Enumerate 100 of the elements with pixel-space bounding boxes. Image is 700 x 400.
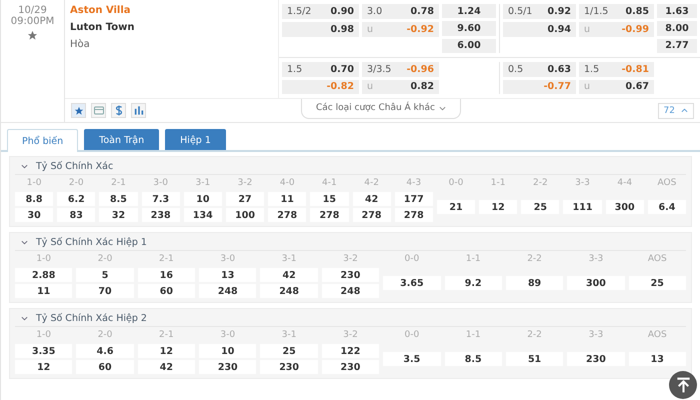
odds-cell[interactable]: 89 <box>506 276 564 290</box>
tab[interactable]: Phổ biến <box>7 129 78 152</box>
odds-cell[interactable]: 13 <box>628 352 686 366</box>
odds-cell[interactable]: 25 <box>260 344 318 358</box>
odds-cell[interactable]: 278 <box>310 208 348 222</box>
odds-cell[interactable]: 0.5/1 0.92 <box>503 4 576 19</box>
section-title: Tỷ Số Chính Xác Hiệp 2 <box>36 313 147 324</box>
odds-cell[interactable]: 25 <box>628 276 686 290</box>
odds-cell[interactable]: 134 <box>184 208 222 222</box>
odds-cell[interactable]: 5 <box>76 268 134 282</box>
odds-cell[interactable]: 32 <box>99 208 138 222</box>
odds-cell[interactable]: 238 <box>142 208 180 222</box>
odds-cell[interactable]: 111 <box>563 200 602 214</box>
odds-cell[interactable]: 230 <box>260 360 318 374</box>
score-label: AOS <box>656 177 678 189</box>
odds-cell[interactable]: 2.77 <box>657 38 697 53</box>
odds-cell[interactable]: 51 <box>506 352 564 366</box>
score-label: 1-1 <box>464 253 482 265</box>
odds-cell[interactable]: 1.5 0.70 <box>282 62 359 76</box>
odds-cell[interactable]: 230 <box>322 360 380 374</box>
chart-tool-button[interactable] <box>131 103 146 118</box>
odds-cell[interactable]: 1.5/2 0.90 <box>282 4 359 19</box>
odds-cell[interactable]: 3/3.5 -0.96 <box>362 62 439 76</box>
odds-cell[interactable]: 230 <box>199 360 256 374</box>
odds-cell[interactable]: 278 <box>268 208 306 222</box>
odds-cell[interactable]: 60 <box>138 284 196 298</box>
score-label: 0-0 <box>403 329 420 341</box>
odds-value: 0.67 <box>626 81 649 92</box>
odds-cell[interactable]: 3.0 0.78 <box>362 4 439 19</box>
odds-cell[interactable]: 300 <box>567 276 625 290</box>
more-markets-tab[interactable]: Các loại cược Châu Á khác <box>301 98 461 118</box>
odds-cell[interactable]: 16 <box>138 268 196 282</box>
odds-cell[interactable]: 278 <box>352 208 391 222</box>
odds-cell[interactable]: 7.3 <box>142 192 180 206</box>
odds-cell[interactable]: 1.5 -0.81 <box>579 62 654 76</box>
tab[interactable]: Toàn Trận <box>84 129 160 150</box>
odds-cell[interactable]: 3.65 <box>383 276 441 290</box>
star-icon[interactable] <box>27 30 38 41</box>
chevron-down-icon <box>438 106 446 110</box>
odds-cell[interactable]: 2.88 <box>15 268 72 282</box>
odds-cell[interactable]: 42 <box>352 192 391 206</box>
odds-cell[interactable]: 0.5 0.63 <box>503 62 576 76</box>
odds-cell[interactable]: 0.94 <box>503 22 576 37</box>
odds-cell[interactable]: 30 <box>15 208 54 222</box>
odds-cell[interactable]: 15 <box>310 192 348 206</box>
odds-cell[interactable]: 1/1.5 0.85 <box>579 4 654 19</box>
odds-cell[interactable]: 13 <box>199 268 256 282</box>
dollar-tool-button[interactable] <box>111 103 126 118</box>
section-header[interactable]: Tỷ Số Chính Xác <box>15 159 686 175</box>
odds-cell[interactable]: 21 <box>436 200 476 214</box>
odds-cell[interactable]: 8.5 <box>99 192 138 206</box>
odds-cell[interactable]: 25 <box>521 200 560 214</box>
odds-cell[interactable]: 9.60 <box>442 21 496 36</box>
odds-cell[interactable]: 3.35 <box>15 344 72 358</box>
odds-cell[interactable]: 12 <box>138 344 196 358</box>
odds-cell[interactable]: 122 <box>322 344 380 358</box>
odds-cell[interactable]: 12 <box>479 200 518 214</box>
odds-cell[interactable]: u 0.67 <box>579 80 654 94</box>
odds-cell[interactable]: 8.5 <box>444 352 502 366</box>
odds-cell[interactable]: 3.5 <box>383 352 441 366</box>
odds-cell[interactable]: 9.2 <box>444 276 502 290</box>
odds-cell[interactable]: 177 <box>394 192 433 206</box>
odds-cell[interactable]: 6.4 <box>648 200 686 214</box>
odds-cell[interactable]: 8.8 <box>15 192 54 206</box>
odds-cell[interactable]: 10 <box>199 344 256 358</box>
odds-cell[interactable]: 42 <box>138 360 196 374</box>
odds-cell[interactable]: 248 <box>322 284 380 298</box>
card-tool-button[interactable] <box>91 103 106 118</box>
odds-cell[interactable]: 10 <box>184 192 222 206</box>
odds-cell[interactable]: 6.00 <box>442 38 496 53</box>
odds-cell[interactable]: 42 <box>260 268 318 282</box>
scroll-top-button[interactable] <box>669 371 697 399</box>
odds-cell[interactable]: 230 <box>322 268 380 282</box>
score-label: 1-0 <box>35 253 52 265</box>
odds-cell[interactable]: 60 <box>76 360 134 374</box>
odds-cell[interactable]: u 0.82 <box>362 80 439 94</box>
star-tool-button[interactable] <box>71 103 86 118</box>
odds-cell[interactable]: 248 <box>199 284 256 298</box>
odds-cell[interactable]: 100 <box>226 208 264 222</box>
odds-cell[interactable]: 248 <box>260 284 318 298</box>
odds-cell[interactable]: 278 <box>394 208 433 222</box>
odds-cell[interactable]: 230 <box>567 352 625 366</box>
score-label: 2-2 <box>532 177 549 189</box>
section-header[interactable]: Tỷ Số Chính Xác Hiệp 2 <box>15 311 686 327</box>
odds-cell[interactable]: 83 <box>57 208 96 222</box>
odds-cell[interactable]: 6.2 <box>57 192 96 206</box>
odds-cell[interactable]: 11 <box>268 192 306 206</box>
odds-cell[interactable]: 8.00 <box>657 21 697 36</box>
odds-cell[interactable]: 1.63 <box>657 4 697 18</box>
odds-cell[interactable]: 1.24 <box>442 4 496 18</box>
odds-cell[interactable]: 300 <box>606 200 644 214</box>
odds-cell[interactable]: 4.6 <box>76 344 134 358</box>
odds-cell[interactable]: 70 <box>76 284 134 298</box>
odds-cell[interactable]: 0.98 <box>282 22 359 37</box>
odds-cell[interactable]: 27 <box>226 192 264 206</box>
tab[interactable]: Hiệp 1 <box>165 129 226 150</box>
odds-cell[interactable]: 12 <box>15 360 72 374</box>
handicap-line: 3.0 <box>367 6 382 17</box>
odds-cell[interactable]: 11 <box>15 284 72 298</box>
section-header[interactable]: Tỷ Số Chính Xác Hiệp 1 <box>15 235 686 251</box>
